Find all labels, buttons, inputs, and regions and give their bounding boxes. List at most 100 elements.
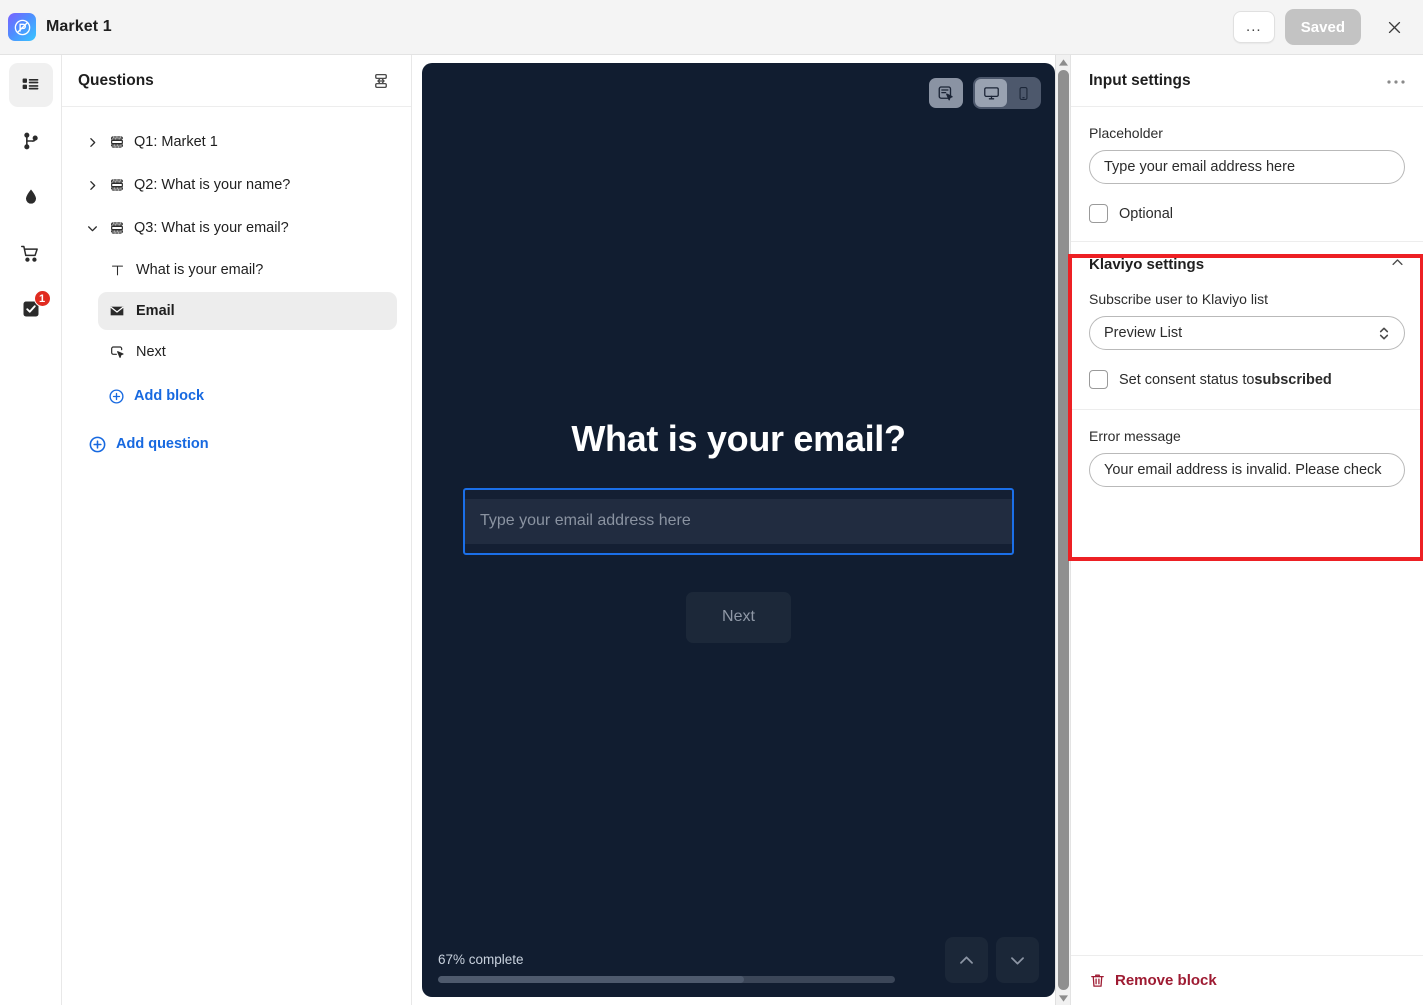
- more-options-button[interactable]: ...: [1232, 11, 1275, 43]
- add-block-container: Add block: [108, 379, 397, 413]
- klaviyo-settings-title: Klaviyo settings: [1089, 256, 1205, 273]
- shopping-cart-icon: [21, 245, 38, 262]
- rail-item-questions[interactable]: [8, 63, 53, 107]
- add-question-container: Add question: [88, 427, 397, 461]
- form-preview: What is your email? Type your email addr…: [422, 63, 1055, 997]
- scroll-up-arrow[interactable]: [1056, 55, 1071, 69]
- consent-label-strong: subscribed: [1254, 371, 1332, 388]
- placeholder-input[interactable]: Type your email address here: [1089, 150, 1405, 184]
- questions-panel: Questions Q1: Market 1 Q2: What is your …: [62, 55, 412, 1005]
- icon-rail: 1: [0, 55, 62, 1005]
- question-card-icon: [108, 134, 126, 150]
- mobile-view-button[interactable]: [1007, 79, 1039, 107]
- klaviyo-list-select[interactable]: Preview List: [1089, 316, 1405, 350]
- error-message-section: Error message Your email address is inva…: [1071, 410, 1423, 505]
- question-card-icon: [108, 220, 126, 236]
- block-label: Email: [136, 303, 175, 319]
- preview-email-input-selection[interactable]: Type your email address here: [463, 487, 1014, 555]
- ellipsis-icon: [1387, 79, 1405, 84]
- canvas-area: What is your email? Type your email addr…: [412, 55, 1070, 1005]
- preview-toolbar: [929, 77, 1041, 109]
- preview-question-text: What is your email?: [571, 417, 906, 459]
- klaviyo-settings-header[interactable]: Klaviyo settings: [1071, 241, 1423, 287]
- text-icon: [108, 263, 126, 278]
- question-label: Q2: What is your name?: [134, 177, 291, 193]
- optional-checkbox[interactable]: [1089, 204, 1108, 223]
- desktop-view-button[interactable]: [975, 79, 1007, 107]
- rail-item-theme[interactable]: [9, 175, 53, 219]
- question-label: Q1: Market 1: [134, 134, 218, 150]
- question-label: Q3: What is your email?: [134, 220, 289, 236]
- klaviyo-list-label: Subscribe user to Klaviyo list: [1089, 291, 1268, 307]
- rail-item-commerce[interactable]: [9, 231, 53, 275]
- git-fork-icon: [23, 132, 38, 150]
- block-row-email[interactable]: Email: [98, 292, 397, 330]
- consent-label-prefix: Set consent status to: [1119, 371, 1255, 388]
- close-button[interactable]: [1377, 10, 1411, 44]
- preview-email-input[interactable]: Type your email address here: [465, 498, 1012, 544]
- error-message-input[interactable]: Your email address is invalid. Please ch…: [1089, 453, 1405, 487]
- progress-bar: [438, 976, 895, 983]
- consent-checkbox-row[interactable]: Set consent status tosubscribed: [1089, 370, 1405, 389]
- klaviyo-list-section: Subscribe user to Klaviyo list Preview L…: [1071, 287, 1423, 409]
- input-settings-section: Placeholder Type your email address here…: [1071, 107, 1423, 241]
- button-click-icon: [108, 344, 126, 360]
- add-question-button[interactable]: Add question: [88, 427, 397, 461]
- chevron-down-icon[interactable]: [84, 222, 100, 235]
- settings-panel: Input settings Placeholder Type your ema…: [1068, 55, 1423, 1005]
- rail-item-settings[interactable]: 1: [9, 287, 53, 331]
- placeholder-label: Placeholder: [1089, 125, 1163, 141]
- scroll-down-arrow[interactable]: [1056, 991, 1071, 1005]
- chevron-right-icon[interactable]: [84, 136, 100, 149]
- optional-checkbox-row[interactable]: Optional: [1089, 204, 1405, 223]
- plus-circle-icon: [109, 388, 124, 404]
- question-card-icon: [108, 177, 126, 193]
- settings-header: Input settings: [1071, 55, 1423, 107]
- settings-title: Input settings: [1089, 71, 1191, 89]
- block-row-next[interactable]: Next: [98, 333, 397, 371]
- consent-label: Set consent status tosubscribed: [1119, 372, 1332, 388]
- main-body: 1 Questions Q1: Market 1 Q2: What is you…: [0, 55, 1423, 1005]
- list-blocks-icon: [22, 78, 39, 89]
- settings-menu-button[interactable]: [1387, 77, 1405, 85]
- consent-checkbox[interactable]: [1089, 370, 1108, 389]
- question-row-q2[interactable]: Q2: What is your name?: [76, 165, 397, 205]
- interactive-preview-button[interactable]: [929, 78, 963, 108]
- chevron-up-icon[interactable]: [1390, 255, 1405, 275]
- trash-icon: [1091, 974, 1104, 987]
- collapse-all-button[interactable]: [367, 67, 395, 95]
- preview-prev-button[interactable]: [945, 937, 988, 983]
- optional-label: Optional: [1119, 205, 1174, 222]
- app-root: Market 1 ... Saved 1 Questions Q1: Marke…: [0, 0, 1423, 1005]
- save-button[interactable]: Saved: [1284, 9, 1361, 45]
- question-row-q3[interactable]: Q3: What is your email?: [76, 208, 397, 248]
- app-logo-icon: [8, 13, 36, 41]
- preview-content: What is your email? Type your email addr…: [422, 63, 1055, 997]
- remove-block-button[interactable]: Remove block: [1089, 972, 1405, 989]
- scrollbar-thumb[interactable]: [1057, 70, 1069, 990]
- preview-next-button[interactable]: Next: [686, 591, 791, 643]
- rail-item-logic[interactable]: [9, 119, 53, 163]
- remove-block-label: Remove block: [1115, 972, 1217, 989]
- chevron-right-icon[interactable]: [84, 179, 100, 192]
- top-bar: Market 1 ... Saved: [0, 0, 1423, 55]
- questions-header: Questions: [62, 55, 411, 107]
- add-block-label: Add block: [134, 388, 205, 404]
- droplet-icon: [25, 189, 36, 204]
- add-block-button[interactable]: Add block: [108, 379, 397, 413]
- desktop-icon: [983, 86, 999, 99]
- collapse-all-icon: [375, 73, 387, 88]
- viewport-toggle-group: [973, 77, 1041, 109]
- preview-next-nav-button[interactable]: [996, 937, 1039, 983]
- topbar-actions: ... Saved: [1232, 9, 1411, 45]
- question-row-q1[interactable]: Q1: Market 1: [76, 122, 397, 162]
- block-label: Next: [136, 344, 166, 360]
- block-row-text[interactable]: What is your email?: [98, 251, 397, 289]
- chevron-updown-icon: [1378, 325, 1390, 342]
- interactive-preview-icon: [938, 86, 953, 101]
- canvas-scrollbar[interactable]: [1055, 55, 1070, 1005]
- block-label: What is your email?: [136, 262, 264, 278]
- questions-list: Q1: Market 1 Q2: What is your name? Q3: …: [62, 107, 411, 461]
- questions-title: Questions: [78, 71, 154, 89]
- page-title: Market 1: [46, 18, 112, 35]
